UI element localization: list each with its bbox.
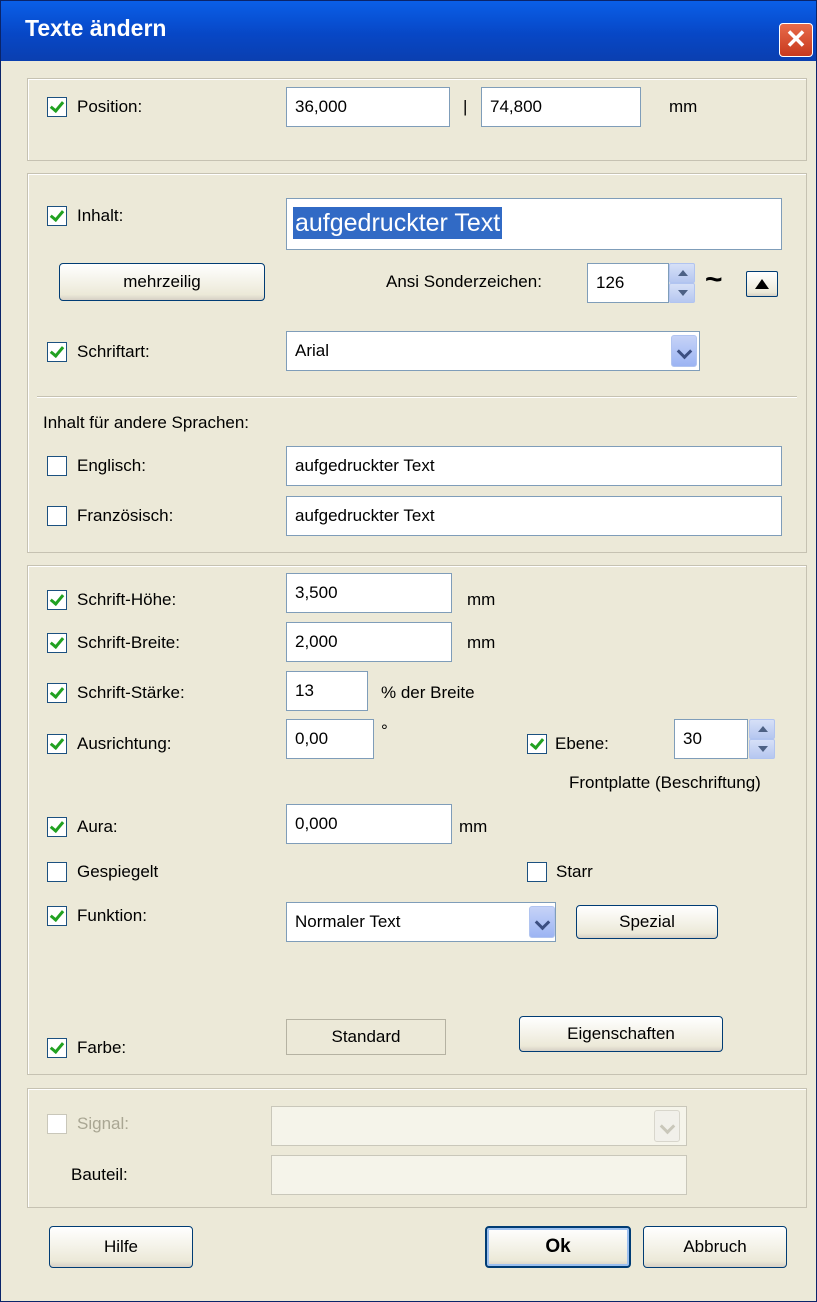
ebene-input[interactable]: 30: [674, 719, 748, 759]
dialog-window: Texte ändern ✕ Position: 36,000 | 74,800…: [0, 0, 817, 1302]
eigenschaften-button[interactable]: Eigenschaften: [519, 1016, 723, 1052]
ansi-insert-button[interactable]: [746, 271, 778, 297]
english-input[interactable]: aufgedruckter Text: [286, 446, 782, 486]
funktion-select[interactable]: Normaler Text: [286, 902, 556, 942]
ansi-label: Ansi Sonderzeichen:: [386, 272, 542, 291]
hoehe-input[interactable]: 3,500: [286, 573, 452, 613]
ausrichtung-checkbox[interactable]: [47, 734, 67, 754]
staerke-label: Schrift-Stärke:: [77, 683, 185, 702]
ebene-label: Ebene:: [555, 734, 609, 753]
window-title: Texte ändern: [25, 15, 167, 41]
spezial-button[interactable]: Spezial: [576, 905, 718, 939]
bauteil-input: [271, 1155, 687, 1195]
french-label: Französisch:: [77, 506, 174, 525]
signal-label: Signal:: [77, 1114, 129, 1133]
bauteil-label: Bauteil:: [71, 1165, 128, 1184]
inhalt-input[interactable]: aufgedruckter Text: [286, 198, 782, 250]
ausrichtung-label: Ausrichtung:: [77, 734, 172, 753]
breite-checkbox[interactable]: [47, 633, 67, 653]
signal-dropdown-icon: [654, 1110, 680, 1142]
triangle-up-icon: [755, 279, 769, 289]
inhalt-selected-text: aufgedruckter Text: [293, 207, 503, 239]
aura-unit: mm: [459, 817, 488, 836]
schriftart-label: Schriftart:: [77, 342, 150, 361]
funktion-dropdown-icon[interactable]: [529, 906, 555, 938]
funktion-label: Funktion:: [77, 906, 147, 925]
schriftart-dropdown-icon[interactable]: [671, 335, 697, 367]
help-button[interactable]: Hilfe: [49, 1226, 193, 1268]
position-separator: |: [463, 97, 468, 116]
ebene-checkbox[interactable]: [527, 734, 547, 754]
spin-up-icon[interactable]: [669, 263, 695, 283]
breite-unit: mm: [467, 633, 496, 652]
gespiegelt-label: Gespiegelt: [77, 862, 159, 881]
aura-checkbox[interactable]: [47, 817, 67, 837]
gespiegelt-checkbox[interactable]: [47, 862, 67, 882]
hoehe-label: Schrift-Höhe:: [77, 590, 177, 609]
ebene-description: Frontplatte (Beschriftung): [569, 773, 761, 792]
french-input[interactable]: aufgedruckter Text: [286, 496, 782, 536]
starr-label: Starr: [556, 862, 593, 881]
position-y-input[interactable]: 74,800: [481, 87, 641, 127]
ok-button[interactable]: Ok: [485, 1226, 631, 1268]
inhalt-checkbox[interactable]: [47, 206, 67, 226]
ansi-char-preview: ~: [705, 263, 723, 296]
breite-input[interactable]: 2,000: [286, 622, 452, 662]
hoehe-unit: mm: [467, 590, 496, 609]
content-separator: [37, 396, 797, 397]
english-checkbox[interactable]: [47, 456, 67, 476]
spin-down-icon[interactable]: [669, 283, 695, 303]
position-unit: mm: [669, 97, 698, 116]
inhalt-label: Inhalt:: [77, 206, 124, 225]
position-label: Position:: [77, 97, 143, 116]
spin-up-icon[interactable]: [749, 719, 775, 739]
signal-select: [271, 1106, 687, 1146]
breite-label: Schrift-Breite:: [77, 633, 180, 652]
staerke-checkbox[interactable]: [47, 683, 67, 703]
starr-checkbox[interactable]: [527, 862, 547, 882]
aura-input[interactable]: 0,000: [286, 804, 452, 844]
french-checkbox[interactable]: [47, 506, 67, 526]
mehrzeilig-button[interactable]: mehrzeilig: [59, 263, 265, 301]
farbe-checkbox[interactable]: [47, 1038, 67, 1058]
schriftart-checkbox[interactable]: [47, 342, 67, 362]
signal-checkbox: [47, 1114, 67, 1134]
title-bar[interactable]: Texte ändern ✕: [1, 1, 816, 61]
ansi-input[interactable]: 126: [587, 263, 669, 303]
aura-label: Aura:: [77, 817, 118, 836]
hoehe-checkbox[interactable]: [47, 590, 67, 610]
spin-down-icon[interactable]: [749, 739, 775, 759]
ausrichtung-unit: °: [381, 721, 388, 740]
farbe-label: Farbe:: [77, 1038, 127, 1057]
position-x-input[interactable]: 36,000: [286, 87, 450, 127]
languages-heading: Inhalt für andere Sprachen:: [43, 413, 250, 432]
english-label: Englisch:: [77, 456, 146, 475]
ausrichtung-input[interactable]: 0,00: [286, 719, 374, 759]
position-checkbox[interactable]: [47, 97, 67, 117]
ansi-spinner[interactable]: [669, 263, 695, 303]
funktion-checkbox[interactable]: [47, 906, 67, 926]
ebene-spinner[interactable]: [749, 719, 775, 759]
farbe-color-button[interactable]: Standard: [286, 1019, 446, 1055]
staerke-unit: % der Breite: [381, 683, 475, 702]
staerke-input[interactable]: 13: [286, 671, 368, 711]
close-icon[interactable]: ✕: [779, 23, 813, 57]
schriftart-select[interactable]: Arial: [286, 331, 700, 371]
cancel-button[interactable]: Abbruch: [643, 1226, 787, 1268]
